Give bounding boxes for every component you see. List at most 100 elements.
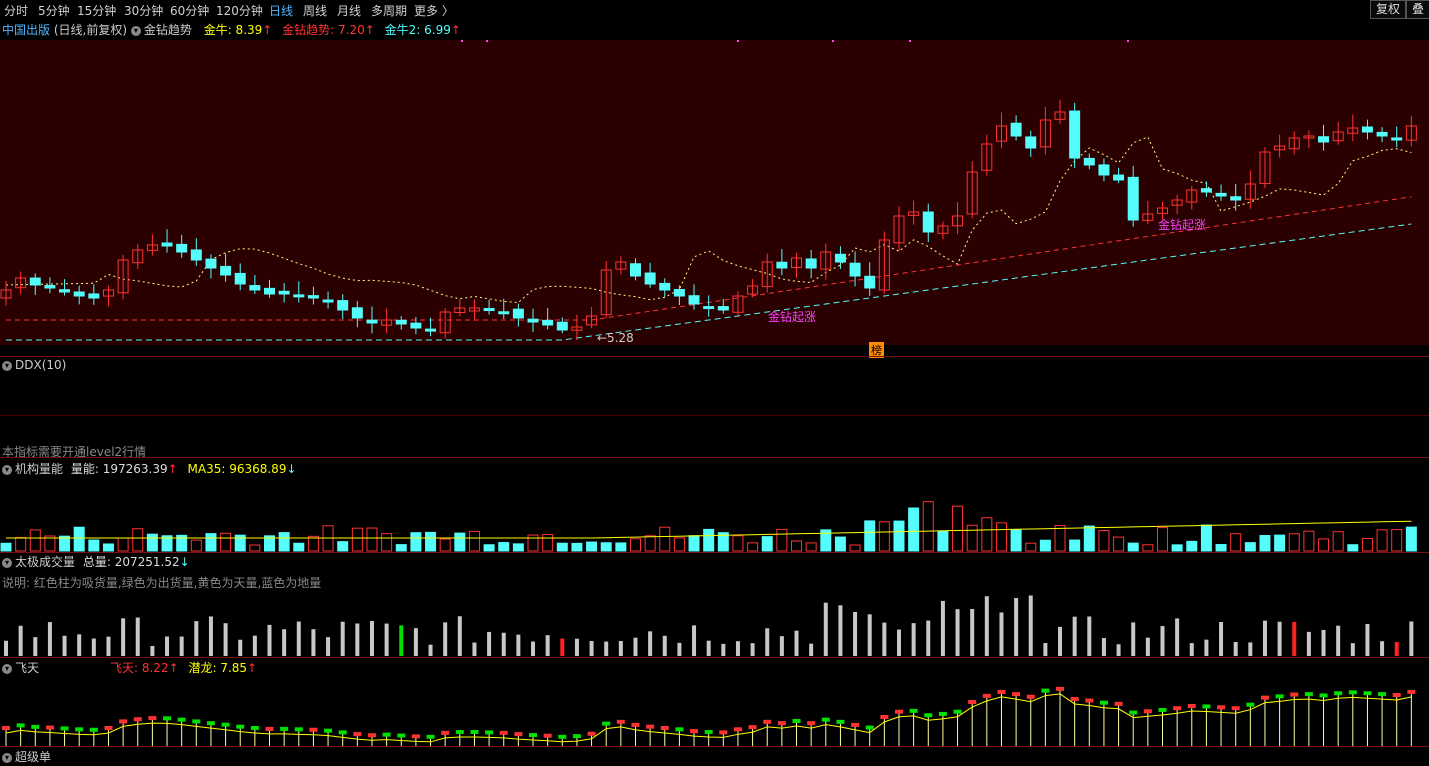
volume-bar — [1288, 533, 1300, 552]
volume-bar — [1347, 544, 1359, 552]
tj-bar — [384, 623, 389, 656]
chevron-down-icon[interactable]: ▾ — [2, 663, 12, 674]
volume-bar — [747, 542, 759, 552]
overlay-button[interactable]: 叠加 — [1406, 0, 1429, 19]
candle-body — [498, 311, 510, 315]
feitian-candle — [924, 713, 933, 718]
jgln-title[interactable]: 机构量能 — [15, 462, 63, 476]
stock-name[interactable]: 中国出版 — [2, 23, 50, 37]
feitian-candle — [104, 726, 113, 730]
feitian-chart[interactable] — [0, 674, 1429, 746]
ddx-title[interactable]: DDX(10) — [15, 358, 66, 372]
cjd-title[interactable]: 超级单 — [15, 750, 51, 764]
tj-bar — [1394, 641, 1399, 656]
candle-body — [234, 272, 246, 285]
candle-body — [29, 277, 41, 286]
tab-15min[interactable]: 15分钟 — [77, 2, 116, 19]
feitian-candle — [558, 734, 567, 739]
tj-bar — [369, 620, 374, 656]
indicator-name[interactable]: 金钻趋势 — [144, 23, 192, 37]
chevron-down-icon[interactable]: ▾ — [130, 25, 141, 36]
tab-120min[interactable]: 120分钟 — [216, 2, 263, 19]
tj-bar — [1292, 621, 1297, 656]
ddx-gridline — [0, 415, 1429, 416]
candle-body — [1025, 136, 1037, 149]
volume-bar — [307, 535, 319, 552]
tj-title[interactable]: 太极成交量 — [15, 555, 75, 569]
tj-bar — [721, 643, 726, 656]
tab-more[interactable]: 更多 〉 — [414, 2, 454, 19]
marker-dot — [486, 40, 488, 42]
candle-body — [834, 253, 846, 263]
volume-bar — [600, 542, 612, 552]
tj-bar — [926, 620, 931, 656]
candle-body — [542, 319, 554, 326]
tab-monthly[interactable]: 月线 — [337, 2, 361, 19]
feitian-candle — [865, 725, 874, 730]
volume-bar — [615, 542, 627, 552]
tj-bar — [33, 637, 38, 656]
tj-bar — [779, 636, 784, 656]
tab-fenshi[interactable]: 分时 — [4, 2, 28, 19]
fuquan-button[interactable]: 复权 — [1370, 0, 1406, 19]
feitian-candle — [1363, 691, 1372, 696]
tj-bar — [1087, 616, 1092, 656]
feitian-candle — [60, 726, 69, 731]
feitian-candle — [1114, 701, 1123, 706]
tj-bar — [326, 637, 331, 656]
candlestick-chart[interactable] — [0, 40, 1429, 356]
feitian-candle — [587, 731, 596, 736]
candle-body — [410, 322, 422, 329]
tj-bar — [165, 636, 170, 656]
chevron-down-icon[interactable]: ▾ — [2, 557, 12, 568]
feitian-candle — [748, 725, 757, 730]
tab-daily[interactable]: 日线 — [269, 2, 293, 19]
tj-bar — [1336, 625, 1341, 656]
chart-mode: (日线,前复权) — [53, 23, 128, 37]
marker-dot — [832, 40, 834, 42]
tj-bar — [282, 629, 287, 656]
tj-bar — [1262, 620, 1267, 656]
tj-bar — [296, 621, 301, 656]
tj-bar — [194, 621, 199, 656]
jgln-volume-chart[interactable] — [0, 476, 1429, 552]
feitian-candle — [763, 719, 772, 724]
tj-bar — [1058, 626, 1063, 656]
candle-body — [512, 308, 524, 319]
jinniu-value: 金牛: 8.39 — [203, 23, 263, 37]
tab-60min[interactable]: 60分钟 — [170, 2, 209, 19]
tj-bar — [1350, 643, 1355, 656]
chevron-down-icon[interactable]: ▾ — [2, 752, 12, 763]
feitian-candle — [397, 733, 406, 738]
volume-bar — [966, 524, 978, 552]
ft-title[interactable]: 飞天 — [15, 661, 39, 675]
feitian-candle — [529, 733, 538, 738]
feitian-candle — [1085, 698, 1094, 703]
chevron-down-icon[interactable]: ▾ — [2, 464, 12, 475]
feitian-candle — [1260, 695, 1269, 700]
feitian-candle — [1304, 692, 1313, 697]
candle-body — [307, 295, 319, 299]
feitian-candle — [909, 708, 918, 713]
tab-multi-period[interactable]: 多周期 — [371, 2, 407, 19]
candle-body — [688, 295, 700, 305]
tab-weekly[interactable]: 周线 — [303, 2, 327, 19]
tab-30min[interactable]: 30分钟 — [124, 2, 163, 19]
tj-bar — [677, 642, 682, 656]
feitian-candle — [338, 730, 347, 735]
volume-bar — [1142, 544, 1154, 552]
feitian-candle — [1158, 707, 1167, 712]
tj-bar — [472, 642, 477, 656]
tj-bar — [267, 624, 272, 656]
chevron-down-icon[interactable]: ▾ — [2, 360, 12, 371]
volume-bar — [1098, 530, 1110, 552]
feitian-candle — [572, 734, 581, 739]
tj-volume-chart[interactable] — [0, 568, 1429, 658]
feitian-candle — [1202, 704, 1211, 709]
volume-bar — [425, 531, 437, 552]
tj-bar — [809, 643, 814, 656]
feitian-candle — [880, 715, 889, 719]
tj-bar — [765, 628, 770, 656]
tab-5min[interactable]: 5分钟 — [38, 2, 70, 19]
jgln-value: 量能: 197263.39 — [70, 462, 168, 476]
